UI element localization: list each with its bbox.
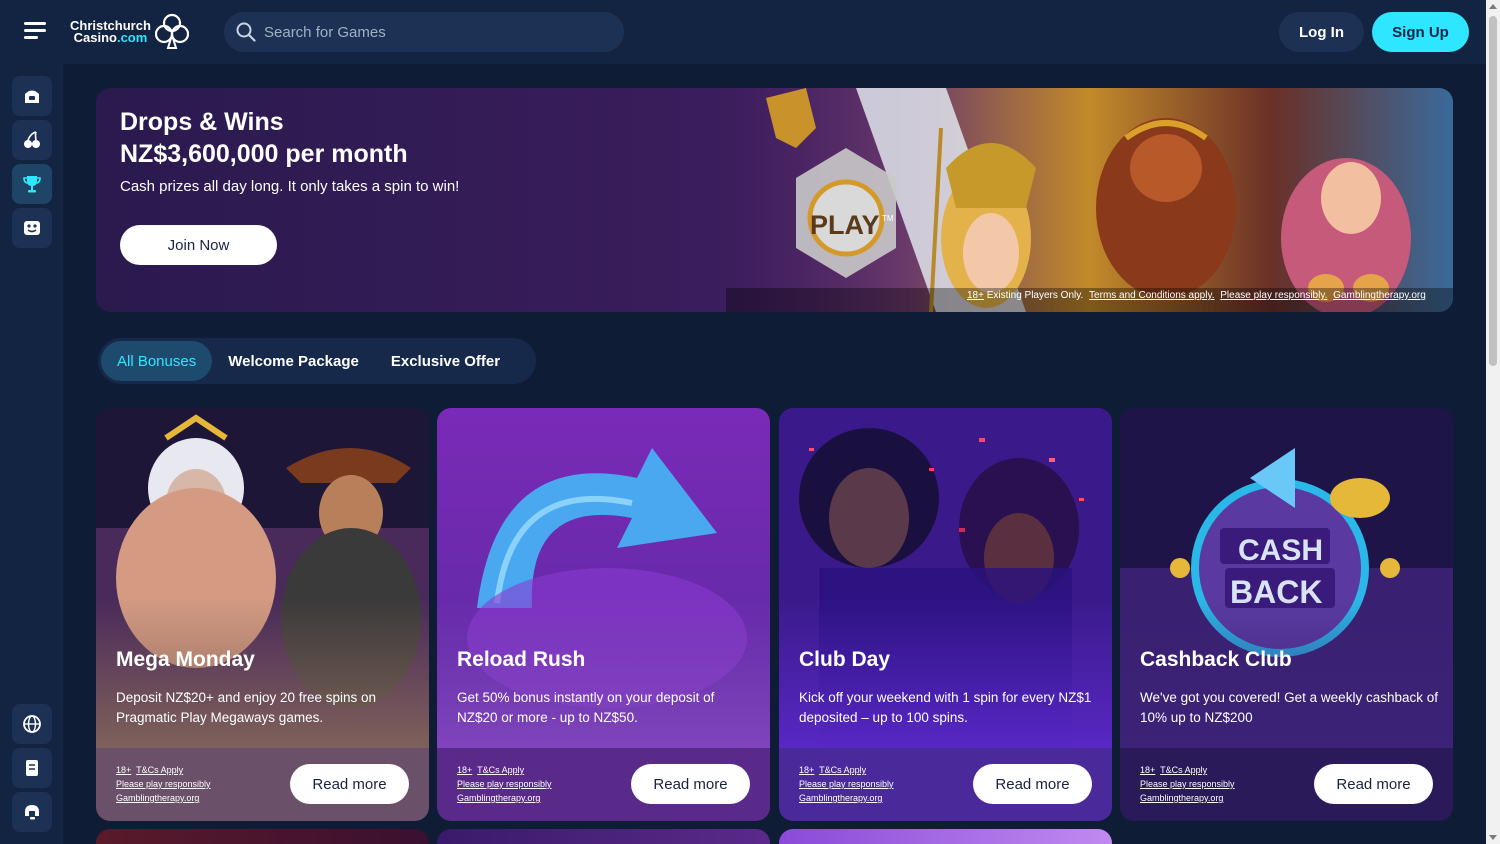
document-icon [26, 760, 38, 776]
card-gambling-therapy-link[interactable]: Gamblingtherapy.org [116, 791, 211, 805]
cashback-art-text-1: CASH [1238, 534, 1323, 567]
sidebar [0, 64, 64, 844]
banner-game-artwork: PLAY TM [726, 88, 1453, 312]
banner-subtitle: Cash prizes all day long. It only takes … [120, 178, 460, 195]
page-scrollbar[interactable] [1486, 0, 1500, 844]
card-gambling-therapy-link[interactable]: Gamblingtherapy.org [1140, 791, 1235, 805]
card-tc-link[interactable]: T&Cs Apply [477, 765, 524, 775]
card-age-badge: 18+ [116, 765, 132, 775]
bonus-card-next-row[interactable] [437, 829, 770, 844]
card-terms: 18+ T&Cs Apply Please play responsibly G… [116, 763, 211, 805]
login-button[interactable]: Log In [1279, 12, 1364, 52]
card-title: Reload Rush [457, 648, 586, 671]
banner-gambling-therapy-link[interactable]: Gamblingtherapy.org [1333, 290, 1426, 301]
trophy-icon [23, 176, 41, 193]
card-terms: 18+ T&Cs Apply Please play responsibly G… [799, 763, 894, 805]
read-more-button[interactable]: Read more [973, 764, 1092, 804]
support-chat-icon [25, 805, 39, 820]
card-title: Cashback Club [1140, 648, 1292, 671]
search-input[interactable]: Search for Games [224, 12, 624, 52]
bonus-card-mega-monday[interactable]: Mega Monday Deposit NZ$20+ and enjoy 20 … [96, 408, 429, 821]
card-responsible-link[interactable]: Please play responsibly [799, 777, 894, 791]
card-responsible-link[interactable]: Please play responsibly [1140, 777, 1235, 791]
bonus-card-cashback-club[interactable]: CASH BACK Cashback Club We've got you co… [1120, 408, 1453, 821]
card-responsible-link[interactable]: Please play responsibly [116, 777, 211, 791]
bonus-tabs: All Bonuses Welcome Package Exclusive Of… [98, 338, 536, 384]
card-description: We've got you covered! Get a weekly cash… [1140, 690, 1438, 725]
card-title: Mega Monday [116, 648, 255, 671]
card-responsible-link[interactable]: Please play responsibly [457, 777, 552, 791]
sidebar-item-slots[interactable] [12, 120, 52, 160]
tab-all-bonuses[interactable]: All Bonuses [101, 341, 213, 381]
sidebar-item-support[interactable] [12, 792, 52, 832]
logo-line2-name: Casino [73, 30, 117, 45]
sidebar-item-language[interactable] [12, 704, 52, 744]
bonus-card-next-row[interactable] [96, 829, 429, 844]
language-icon [23, 715, 41, 733]
main-content: PLAY TM Drops & Wins NZ$3,600,000 per mo… [64, 64, 1486, 844]
scroll-thumb[interactable] [1489, 16, 1497, 366]
scroll-up-arrow[interactable] [1489, 4, 1497, 9]
banner-age-badge: 18+ [967, 290, 984, 301]
hamburger-icon[interactable] [24, 22, 46, 40]
logo-line2-domain: .com [116, 30, 148, 45]
tab-exclusive-offer[interactable]: Exclusive Offer [375, 341, 516, 381]
card-age-badge: 18+ [1140, 765, 1156, 775]
card-age-badge: 18+ [457, 765, 473, 775]
banner-terms: 18+ Existing Players Only. Terms and Con… [964, 290, 1426, 301]
banner-terms-link[interactable]: Terms and Conditions apply. [1089, 290, 1214, 301]
sidebar-item-live-casino[interactable] [12, 208, 52, 248]
tab-welcome-package[interactable]: Welcome Package [212, 341, 375, 381]
cherries-icon [24, 131, 40, 148]
bonus-card-club-day[interactable]: Club Day Kick off your weekend with 1 sp… [779, 408, 1112, 821]
card-gambling-therapy-link[interactable]: Gamblingtherapy.org [457, 791, 552, 805]
card-tc-link[interactable]: T&Cs Apply [1160, 765, 1207, 775]
card-terms: 18+ T&Cs Apply Please play responsibly G… [457, 763, 552, 805]
card-description: Deposit NZ$20+ and enjoy 20 free spins o… [116, 690, 377, 725]
sidebar-item-promotions[interactable] [12, 164, 52, 204]
join-now-button[interactable]: Join Now [120, 225, 277, 265]
sidebar-item-terms[interactable] [12, 748, 52, 788]
signup-button[interactable]: Sign Up [1372, 12, 1469, 52]
promo-banner[interactable]: PLAY TM Drops & Wins NZ$3,600,000 per mo… [96, 88, 1453, 312]
card-age-badge: 18+ [799, 765, 815, 775]
top-header: Christchurch Casino.com Search for Games… [0, 0, 1486, 64]
bonus-card-reload-rush[interactable]: Reload Rush Get 50% bonus instantly on y… [437, 408, 770, 821]
sidebar-item-casino[interactable] [12, 76, 52, 116]
read-more-button[interactable]: Read more [290, 764, 409, 804]
card-title: Club Day [799, 648, 891, 671]
scroll-down-arrow[interactable] [1489, 835, 1497, 840]
casino-icon [25, 90, 39, 103]
card-tc-link[interactable]: T&Cs Apply [136, 765, 183, 775]
bonus-card-next-row[interactable] [779, 829, 1112, 844]
card-tc-link[interactable]: T&Cs Apply [819, 765, 866, 775]
banner-title: Drops & Wins NZ$3,600,000 per month [120, 106, 408, 170]
card-terms: 18+ T&Cs Apply Please play responsibly G… [1140, 763, 1235, 805]
club-icon [154, 13, 189, 49]
search-placeholder: Search for Games [264, 23, 386, 41]
card-description: Get 50% bonus instantly on your deposit … [457, 690, 715, 725]
read-more-button[interactable]: Read more [1314, 764, 1433, 804]
site-logo[interactable]: Christchurch Casino.com [70, 12, 189, 52]
banner-play-text: PLAY [810, 210, 880, 240]
banner-existing-players: Existing Players Only. [986, 290, 1084, 301]
search-icon [236, 22, 256, 42]
card-description: Kick off your weekend with 1 spin for ev… [799, 690, 1092, 725]
banner-title-line1: Drops & Wins [120, 108, 284, 136]
live-casino-icon [24, 221, 40, 235]
card-gambling-therapy-link[interactable]: Gamblingtherapy.org [799, 791, 894, 805]
banner-title-line2: NZ$3,600,000 per month [120, 140, 408, 168]
banner-play-tm: TM [882, 214, 894, 223]
read-more-button[interactable]: Read more [631, 764, 750, 804]
banner-responsible-link[interactable]: Please play responsibly. [1220, 290, 1327, 301]
